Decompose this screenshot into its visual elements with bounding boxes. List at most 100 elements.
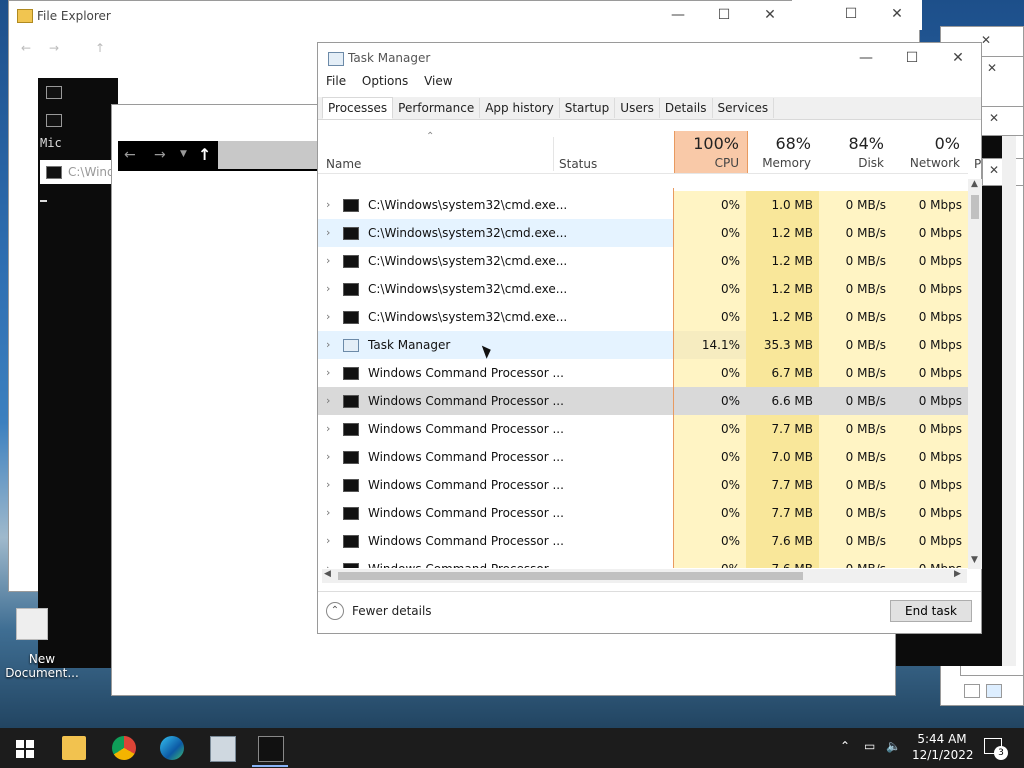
end-task-button[interactable]: End task [890, 600, 972, 622]
maximize-icon[interactable]: ☐ [701, 7, 747, 23]
network-icon[interactable]: ▭ [864, 739, 875, 753]
table-row[interactable]: › Windows Command Processor ... 0% 6.6 MB 0 … [318, 387, 968, 415]
nav-back-icon[interactable]: ← [21, 41, 31, 55]
tab-startup[interactable]: Startup [560, 98, 616, 118]
table-row[interactable]: › C:\Windows\system32\cmd.exe... 0% 1.2 MB 0… [318, 247, 968, 275]
tab-processes[interactable]: Processes [322, 97, 394, 119]
vertical-scrollbar[interactable]: ▲ ▼ [968, 179, 982, 569]
scroll-thumb[interactable] [971, 195, 979, 219]
nav-up-icon[interactable]: ↑ [95, 41, 105, 55]
close-icon[interactable]: ✕ [874, 6, 920, 22]
minimize-icon[interactable]: — [843, 43, 889, 73]
table-row[interactable]: › Windows Command Processor ... 0% 6.7 MB 0 … [318, 359, 968, 387]
nav-forward-icon[interactable]: → [154, 147, 166, 163]
edge-taskbar-icon[interactable] [160, 736, 184, 760]
expand-chevron-icon[interactable]: › [326, 450, 330, 463]
expand-chevron-icon[interactable]: › [326, 254, 330, 267]
nav-back-icon[interactable]: ← [124, 147, 136, 163]
menu-options[interactable]: Options [362, 74, 408, 88]
expand-chevron-icon[interactable]: › [326, 534, 330, 547]
table-row[interactable]: ›Windows Command Processor ...0%7.6 MB0 … [318, 555, 968, 568]
file-explorer-taskbar-icon[interactable] [62, 736, 86, 760]
nav-forward-icon[interactable]: → [49, 41, 59, 55]
table-row[interactable]: › C:\Windows\system32\cmd.exe... 0% 1.2 MB 0… [318, 303, 968, 331]
cmd-window-titlebar[interactable]: C:\Wind [40, 160, 120, 184]
close-icon[interactable]: ✕ [989, 163, 999, 177]
expand-chevron-icon[interactable]: › [326, 226, 330, 239]
close-icon[interactable]: ✕ [989, 111, 999, 125]
tab-services[interactable]: Services [713, 98, 775, 118]
table-row[interactable]: › C:\Windows\system32\cmd.exe... 0% 1.2 MB 0… [318, 219, 968, 247]
minimize-icon[interactable]: — [655, 7, 701, 23]
explorer-window-controls[interactable]: — ☐ ✕ [655, 7, 793, 23]
expand-chevron-icon[interactable]: › [326, 422, 330, 435]
tab-performance[interactable]: Performance [393, 98, 481, 118]
expand-chevron-icon[interactable]: › [326, 366, 330, 379]
expand-chevron-icon[interactable]: › [326, 310, 330, 323]
close-icon[interactable]: ✕ [981, 33, 991, 47]
expand-chevron-icon[interactable]: › [326, 282, 330, 295]
maximize-icon[interactable]: ☐ [828, 6, 874, 22]
table-row[interactable]: › Windows Command Processor ... 0% 7.7 MB 0 … [318, 471, 968, 499]
chrome-taskbar-icon[interactable] [112, 736, 136, 760]
task-manager-titlebar[interactable]: Task Manager — ☐ ✕ [318, 43, 981, 73]
column-memory[interactable]: 68% Memory [746, 131, 819, 173]
fewer-details-icon[interactable]: ⌃ [326, 602, 344, 620]
address-bar[interactable] [218, 141, 318, 169]
desktop-new-document-icon[interactable] [16, 608, 48, 640]
table-row[interactable]: ›Windows Command Processor ...0%7.6 MB0 … [318, 527, 968, 555]
windows-start-icon[interactable] [14, 736, 38, 760]
background-window-controls[interactable]: ☐ ✕ [828, 6, 920, 22]
task-manager-window-controls[interactable]: — ☐ ✕ [843, 43, 981, 73]
process-list[interactable]: › C:\Windows\system32\cmd.exe... 0% 1.0 MB 0… [318, 188, 968, 568]
table-row[interactable]: › Task Manager 14.1% 35.3 MB 0 MB/s 0 Mbps [318, 331, 968, 359]
tab-app-history[interactable]: App history [480, 98, 560, 118]
expand-chevron-icon[interactable]: › [326, 506, 330, 519]
menu-view[interactable]: View [424, 74, 452, 88]
expand-chevron-icon[interactable]: › [326, 394, 330, 407]
column-cpu[interactable]: 100% CPU [674, 131, 748, 173]
scroll-right-icon[interactable]: ▶ [954, 569, 961, 579]
task-manager-taskbar-icon[interactable] [210, 736, 236, 762]
tab-details[interactable]: Details [660, 98, 713, 118]
column-name[interactable]: Name [326, 157, 361, 171]
menu-file[interactable]: File [326, 74, 346, 88]
scroll-hthumb[interactable] [338, 572, 803, 580]
table-row[interactable]: › Windows Command Processor ... 0% 7.0 MB 0 … [318, 443, 968, 471]
tab-users[interactable]: Users [615, 98, 660, 118]
expand-chevron-icon[interactable]: › [326, 562, 330, 568]
table-row[interactable]: › Windows Command Processor ... 0% 7.7 MB 0 … [318, 415, 968, 443]
column-disk[interactable]: 84% Disk [819, 131, 892, 173]
column-network[interactable]: 0% Network [892, 131, 968, 173]
close-icon[interactable]: ✕ [747, 7, 793, 23]
scroll-left-icon[interactable]: ◀ [324, 569, 331, 579]
table-row[interactable]: › Windows Command Processor ... 0% 7.7 MB 0 … [318, 499, 968, 527]
clock-time[interactable]: 5:44 AM [916, 732, 968, 746]
view-details-icon[interactable] [964, 684, 980, 698]
chevron-up-icon[interactable]: ⌃ [840, 739, 850, 753]
nav-up-icon[interactable]: ↑ [198, 145, 211, 164]
table-row[interactable]: › C:\Windows\system32\cmd.exe... 0% 1.2 MB 0… [318, 275, 968, 303]
cmd-taskbar-icon[interactable] [258, 736, 284, 762]
scroll-up-icon[interactable]: ▲ [971, 179, 978, 189]
expand-chevron-icon[interactable]: › [326, 198, 330, 211]
task-manager-window[interactable]: Task Manager — ☐ ✕ File Options View Proce… [317, 42, 982, 634]
background-window-right[interactable]: ☐ ✕ [792, 0, 922, 30]
column-status[interactable]: Status [559, 157, 597, 171]
clock-date[interactable]: 12/1/2022 [912, 748, 974, 762]
fewer-details-button[interactable]: Fewer details [352, 604, 432, 618]
desktop-new-document-label[interactable]: New Document... [2, 652, 82, 680]
horizontal-scrollbar[interactable]: ◀ ▶ [322, 569, 967, 583]
view-thumbnails-icon[interactable] [986, 684, 1002, 698]
background-window-right-4[interactable]: ✕ [980, 106, 1024, 136]
cmd-scrollbar[interactable] [1002, 136, 1016, 666]
expand-chevron-icon[interactable]: › [326, 338, 330, 351]
chevron-down-icon[interactable]: ▼ [180, 149, 187, 159]
column-power[interactable]: P [974, 157, 981, 171]
expand-chevron-icon[interactable]: › [326, 478, 330, 491]
close-icon[interactable]: ✕ [987, 61, 997, 75]
table-row[interactable]: › C:\Windows\system32\cmd.exe... 0% 1.0 MB 0… [318, 191, 968, 219]
close-icon[interactable]: ✕ [935, 43, 981, 73]
scroll-down-icon[interactable]: ▼ [971, 555, 978, 565]
volume-icon[interactable]: 🔈 [886, 739, 901, 753]
